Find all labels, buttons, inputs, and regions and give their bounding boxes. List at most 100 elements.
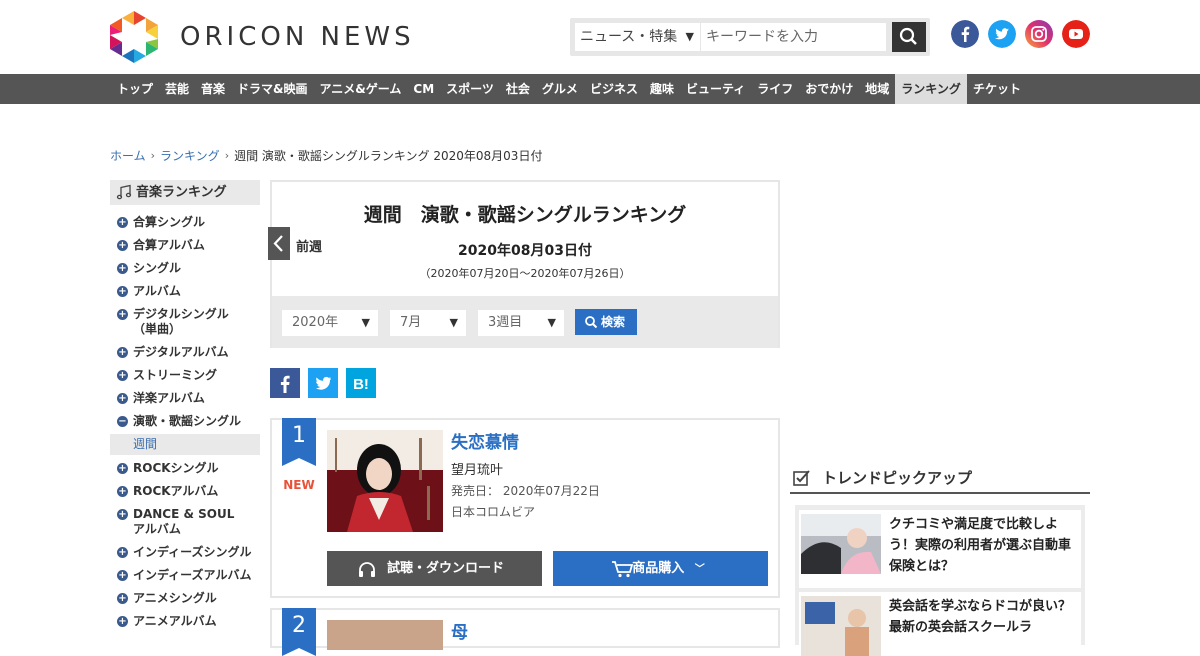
dropdown-arrow-icon: ▼	[449, 316, 458, 329]
previous-week-button[interactable]	[268, 227, 290, 260]
twitter-share-icon[interactable]	[308, 368, 338, 398]
nav-item-life[interactable]: ライフ	[751, 74, 799, 104]
sidebar-item-label: ストリーミング	[133, 368, 218, 382]
album-cover-image[interactable]	[327, 620, 443, 650]
search-button[interactable]	[892, 22, 926, 52]
nav-item-sports[interactable]: スポーツ	[440, 74, 500, 104]
sidebar-item-label: 演歌・歌謡シングル	[133, 414, 242, 428]
month-select[interactable]: 7月 ▼	[390, 310, 466, 336]
headphones-icon	[359, 562, 375, 577]
breadcrumb: ホーム › ランキング › 週間 演歌・歌謡シングルランキング 2020年08月…	[110, 147, 542, 164]
cart-icon	[612, 561, 634, 578]
trend-pickup-title: トレンドピックアップ	[822, 469, 973, 487]
song-title[interactable]: 母	[451, 618, 468, 643]
sidebar-title: 音楽ランキング	[110, 180, 260, 205]
sidebar-item-label: インディーズシングル	[133, 545, 252, 559]
sidebar-item-digital-album[interactable]: + デジタルアルバム	[110, 345, 260, 360]
sidebar-subitem-weekly[interactable]: 週間	[110, 434, 260, 455]
plus-icon: +	[117, 286, 128, 297]
nav-item-hobby[interactable]: 趣味	[644, 74, 680, 104]
hatena-bookmark-icon[interactable]: B!	[346, 368, 376, 398]
logo-text[interactable]: ORICON NEWS	[180, 22, 415, 52]
svg-text:B!: B!	[353, 376, 369, 393]
sidebar-item-rock-album[interactable]: + ROCKアルバム	[110, 484, 260, 499]
plus-icon: +	[117, 217, 128, 228]
listen-download-label: 試聴・ダウンロード	[386, 561, 504, 576]
page-title: 週間 演歌・歌謡シングルランキング	[363, 204, 687, 226]
nav-item-anime-game[interactable]: アニメ&ゲーム	[314, 74, 408, 104]
sidebar-item-anime-album[interactable]: + アニメアルバム	[110, 614, 260, 629]
sidebar-item-western-album[interactable]: + 洋楽アルバム	[110, 391, 260, 406]
chevron-right-icon: ›	[224, 149, 230, 162]
nav-item-beauty[interactable]: ビューティ	[680, 74, 751, 104]
sidebar-title-label: 音楽ランキング	[136, 185, 227, 200]
instagram-icon[interactable]	[1025, 20, 1053, 48]
search-input[interactable]	[701, 23, 886, 51]
ranking-entry: 2 母	[270, 608, 780, 656]
nav-item-ranking[interactable]: ランキング	[895, 74, 967, 104]
album-cover-art	[327, 430, 443, 532]
sidebar-item-enka-single[interactable]: − 演歌・歌謡シングル	[110, 414, 260, 429]
plus-icon: +	[117, 263, 128, 274]
twitter-icon[interactable]	[988, 20, 1016, 48]
year-select[interactable]: 2020年 ▼	[282, 310, 378, 336]
song-title[interactable]: 失恋慕情	[451, 428, 519, 453]
trend-list: クチコミや満足度で比較しよう！実際の利用者が選ぶ自動車保険とは？ 英会話を学ぶな…	[795, 505, 1085, 656]
sidebar-item-digital-single[interactable]: + デジタルシングル （単曲）	[110, 307, 260, 337]
trend-item-title: 英会話を学ぶならドコが良い？最新の英会話スクールラ	[889, 599, 1072, 635]
search-category-select[interactable]: ニュース・特集 ▼	[575, 23, 700, 51]
facebook-icon[interactable]	[951, 20, 979, 48]
sidebar-item-single[interactable]: + シングル	[110, 261, 260, 276]
sidebar-item-combined-single[interactable]: + 合算シングル	[110, 215, 260, 230]
nav-items: トップ 芸能 音楽 ドラマ&映画 アニメ&ゲーム CM スポーツ 社会 グルメ …	[111, 74, 1027, 104]
sidebar-item-label: DANCE & SOUL	[133, 507, 235, 521]
trend-item[interactable]: 英会話を学ぶならドコが良い？最新の英会話スクールラ	[799, 592, 1081, 656]
previous-week-label[interactable]: 前週	[296, 236, 322, 255]
youtube-icon[interactable]	[1062, 20, 1090, 48]
plus-icon: +	[117, 509, 128, 520]
plus-icon: +	[117, 570, 128, 581]
nav-item-gourmet[interactable]: グルメ	[536, 74, 584, 104]
sidebar-item-indies-single[interactable]: + インディーズシングル	[110, 545, 260, 560]
sidebar-item-label: 合算アルバム	[133, 238, 205, 252]
sidebar-item-dance-soul-album[interactable]: + DANCE & SOUL アルバム	[110, 507, 260, 537]
nav-item-music[interactable]: 音楽	[195, 74, 231, 104]
nav-item-society[interactable]: 社会	[500, 74, 536, 104]
buy-button[interactable]: 商品購入 ﹀	[553, 551, 768, 586]
buy-label: 商品購入	[632, 561, 685, 576]
dropdown-arrow-icon: ▼	[685, 30, 694, 43]
nav-item-top[interactable]: トップ	[111, 74, 159, 104]
trend-item-title: クチコミや満足度で比較しよう！実際の利用者が選ぶ自動車保険とは？	[889, 517, 1072, 574]
trend-pickup-heading: トレンドピックアップ	[790, 466, 1090, 494]
sidebar-item-label: ROCKアルバム	[133, 484, 219, 498]
sidebar-item-label-line2: アルバム	[133, 522, 181, 536]
nav-item-drama-movie[interactable]: ドラマ&映画	[231, 74, 313, 104]
plus-icon: +	[117, 547, 128, 558]
sidebar-item-album[interactable]: + アルバム	[110, 284, 260, 299]
sidebar-item-rock-single[interactable]: + ROCKシングル	[110, 461, 260, 476]
nav-item-entertainment[interactable]: 芸能	[159, 74, 195, 104]
oricon-logo-icon[interactable]	[110, 11, 158, 63]
nav-item-outing[interactable]: おでかけ	[799, 74, 859, 104]
breadcrumb-ranking[interactable]: ランキング	[160, 147, 220, 164]
plus-icon: +	[117, 309, 128, 320]
sidebar-item-anime-single[interactable]: + アニメシングル	[110, 591, 260, 606]
sidebar-item-indies-album[interactable]: + インディーズアルバム	[110, 568, 260, 583]
breadcrumb-home[interactable]: ホーム	[110, 147, 146, 164]
ranking-search-button[interactable]: 検索	[575, 309, 637, 335]
sidebar-item-streaming[interactable]: + ストリーミング	[110, 368, 260, 383]
plus-icon: +	[117, 347, 128, 358]
nav-item-cm[interactable]: CM	[407, 74, 440, 104]
release-date: 発売日： 2020年07月22日	[451, 484, 600, 498]
trend-thumbnail-image	[801, 514, 881, 574]
facebook-share-icon[interactable]	[270, 368, 300, 398]
album-cover-image[interactable]	[327, 430, 443, 532]
sidebar-item-combined-album[interactable]: + 合算アルバム	[110, 238, 260, 253]
nav-item-ticket[interactable]: チケット	[967, 74, 1027, 104]
listen-download-button[interactable]: 試聴・ダウンロード	[327, 551, 542, 586]
week-select[interactable]: 3週目 ▼	[478, 310, 564, 336]
nav-item-business[interactable]: ビジネス	[584, 74, 644, 104]
nav-item-region[interactable]: 地域	[859, 74, 895, 104]
ranking-entry: 1 NEW 失恋慕情 望月琉叶 発売日： 2020年07月22日 日本コロムビア…	[270, 418, 780, 598]
trend-item[interactable]: クチコミや満足度で比較しよう！実際の利用者が選ぶ自動車保険とは？	[799, 510, 1081, 588]
